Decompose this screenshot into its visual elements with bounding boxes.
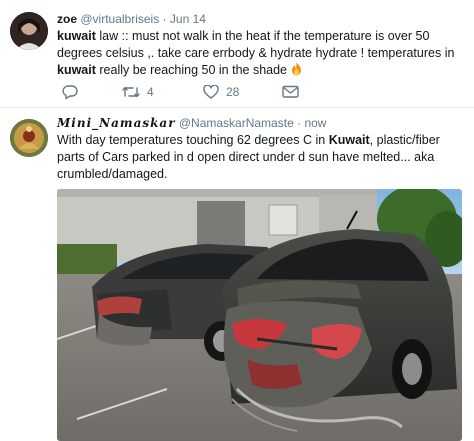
mail-icon [282,85,299,98]
reply-icon [62,85,78,99]
avatar[interactable] [10,119,48,157]
tweet-header: 𝑴𝒊𝒏𝒊_𝑵𝒂𝒎𝒂𝒔𝒌𝒂𝒓 @NamaskarNamaste · now [57,116,326,130]
handle[interactable]: @virtualbriseis [80,12,159,26]
avatar-image [10,119,48,157]
tweet-2[interactable]: 𝑴𝒊𝒏𝒊_𝑵𝒂𝒎𝒂𝒔𝒌𝒂𝒓 @NamaskarNamaste · now Wit… [0,109,474,441]
avatar[interactable] [10,12,48,50]
tweet-1[interactable]: zoe @virtualbriseis · Jun 14 kuwait law … [0,0,474,108]
heart-icon [203,85,219,99]
separator: · [162,12,167,26]
tweet-photo[interactable] [57,189,462,441]
like-button[interactable]: 28 [203,85,239,99]
like-count: 28 [226,85,240,99]
separator: · [297,116,302,130]
melted-cars-photo [57,189,462,441]
fire-emoji-icon [292,62,302,76]
retweet-button[interactable]: 4 [122,85,154,99]
tweet-actions: 4 28 [57,85,317,101]
timestamp[interactable]: now [304,116,326,130]
display-name[interactable]: 𝑴𝒊𝒏𝒊_𝑵𝒂𝒎𝒂𝒔𝒌𝒂𝒓 [57,116,176,130]
avatar-image [10,12,48,50]
direct-message-button[interactable] [282,85,299,98]
handle[interactable]: @NamaskarNamaste [179,116,294,130]
text-segment: With day temperatures touching 62 degree… [57,133,329,147]
tweet-text: With day temperatures touching 62 degree… [57,132,462,183]
timestamp[interactable]: Jun 14 [170,12,206,26]
text-segment: really be reaching 50 in the shade [95,63,291,77]
hashtag-keyword[interactable]: kuwait [57,63,96,77]
hashtag-keyword[interactable]: Kuwait [329,133,370,147]
text-segment: law :: must not walk in the heat if the … [57,29,455,60]
reply-button[interactable] [62,85,85,99]
display-name[interactable]: zoe [57,12,77,26]
tweet-text: kuwait law :: must not walk in the heat … [57,28,462,79]
retweet-icon [122,86,140,98]
retweet-count: 4 [147,85,154,99]
tweet-header: zoe @virtualbriseis · Jun 14 [57,12,206,26]
hashtag-keyword[interactable]: kuwait [57,29,96,43]
